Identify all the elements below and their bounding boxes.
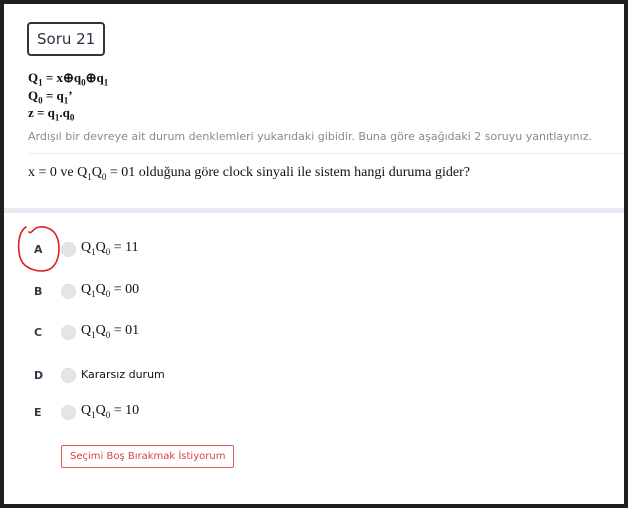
leave-blank-button[interactable]: Seçimi Boş Bırakmak İstiyorum (61, 445, 235, 468)
option-e-radio[interactable] (61, 405, 76, 420)
equation-q1: Q1 = x⊕q0⊕q1 (28, 70, 109, 88)
intro-text: Ardışıl bir devreye ait durum denklemler… (28, 130, 592, 143)
option-b-letter: B (34, 285, 43, 298)
option-d-text: Kararsız durum (81, 368, 165, 381)
question-card: Soru 21 Q1 = x⊕q0⊕q1 Q0 = q1’ z = q1.q0 … (4, 4, 624, 504)
option-c[interactable]: C Q1Q0 = 01 (4, 321, 304, 345)
question-number-badge: Soru 21 (27, 22, 106, 56)
divider (28, 153, 624, 154)
option-e[interactable]: E Q1Q0 = 10 (4, 401, 304, 425)
question-text: x = 0 ve Q1Q0 = 01 olduğuna göre clock s… (28, 165, 471, 182)
equation-z: z = q1.q0 (28, 105, 75, 123)
option-d-radio[interactable] (61, 368, 76, 383)
option-b-text: Q1Q0 = 00 (81, 282, 140, 299)
option-e-letter: E (34, 406, 42, 419)
option-c-letter: C (34, 326, 43, 339)
option-a[interactable]: A Q1Q0 = 11 (4, 238, 304, 262)
option-c-radio[interactable] (61, 325, 76, 340)
option-c-text: Q1Q0 = 01 (81, 323, 140, 340)
option-a-radio[interactable] (61, 242, 76, 257)
option-d[interactable]: D Kararsız durum (4, 364, 304, 388)
option-b-radio[interactable] (61, 284, 76, 299)
option-e-text: Q1Q0 = 10 (81, 403, 140, 420)
equation-q0: Q0 = q1’ (28, 88, 73, 106)
section-divider-band (4, 208, 624, 213)
option-b[interactable]: B Q1Q0 = 00 (4, 280, 304, 304)
option-a-text: Q1Q0 = 11 (81, 240, 139, 257)
option-d-letter: D (34, 369, 44, 382)
option-a-letter: A (34, 243, 43, 256)
